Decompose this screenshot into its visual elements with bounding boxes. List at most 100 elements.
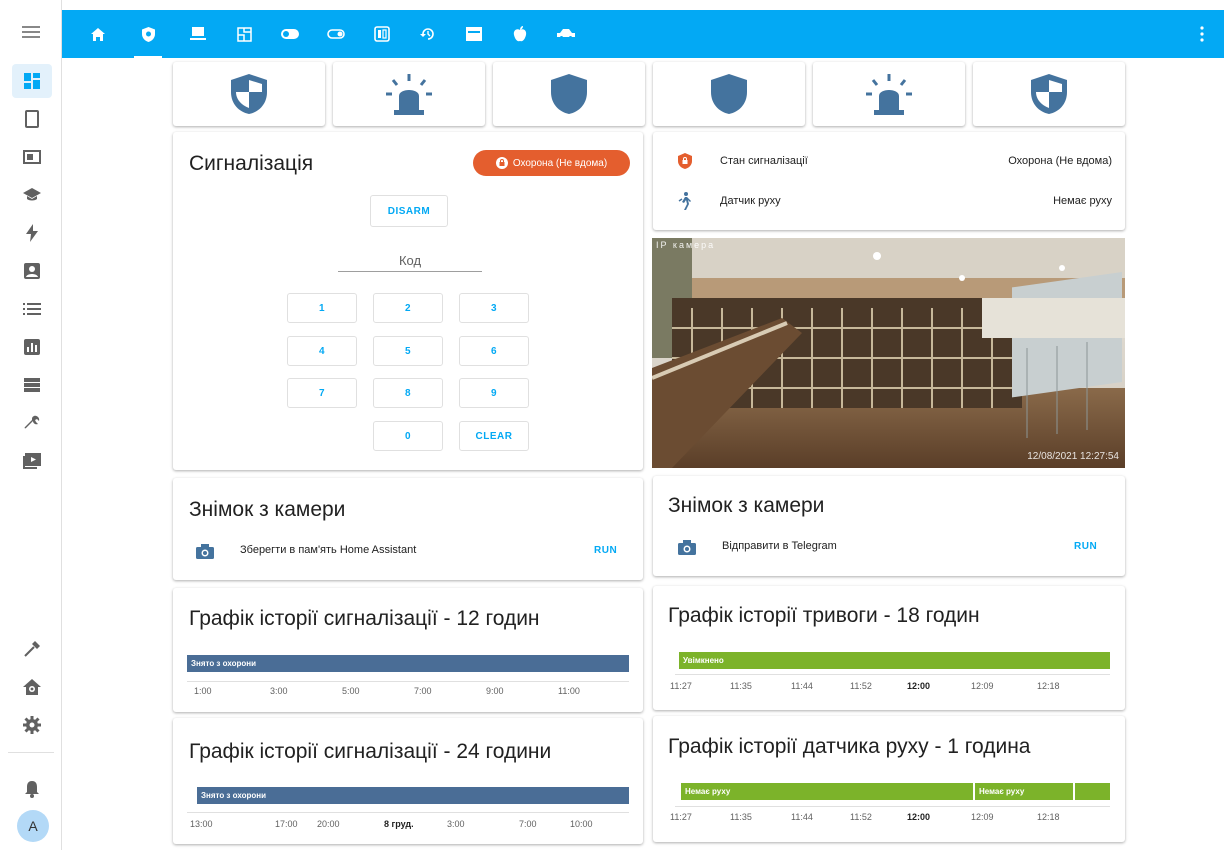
camera-icon [678,538,696,556]
keypad-key-3[interactable]: 3 [459,293,529,323]
keypad-key-2[interactable]: 2 [373,293,443,323]
timeline-axis [675,806,1110,807]
keypad-key-5[interactable]: 5 [373,336,443,366]
tab-toggle-icon[interactable] [272,10,308,58]
snapshot-left-title: Знімок з камери [189,498,346,521]
notifications-icon[interactable] [12,772,52,806]
hammer-icon[interactable] [12,632,52,666]
list-icon[interactable] [12,292,52,326]
account-box-icon[interactable] [12,254,52,288]
timeline-tick: 12:09 [971,812,994,822]
timeline-tick: 10:00 [570,819,593,829]
timeline-tick: 12:09 [971,681,994,691]
timeline-tick: 3:00 [447,819,465,829]
timeline-tick: 3:00 [270,686,288,696]
timeline-tick: 12:00 [907,812,931,822]
settings-icon[interactable] [12,708,52,742]
tab-monitor-icon[interactable] [180,10,216,58]
snapshot-card-right [653,476,1125,576]
code-input-underline [338,271,482,272]
walk-icon [676,192,694,210]
tab-toggle-outline-icon[interactable] [318,10,354,58]
wrench-icon[interactable] [12,406,52,440]
storage-icon[interactable] [12,368,52,402]
entities-card [653,132,1125,230]
tab-apple-icon[interactable] [502,10,538,58]
tab-home-icon[interactable] [80,10,116,58]
timeline-bar-segment[interactable] [1075,783,1110,800]
snapshot-right-title: Знімок з камери [668,494,825,517]
shield-button[interactable] [493,62,645,126]
dots-vertical-icon[interactable] [1190,10,1214,58]
timeline-tick: 12:18 [1037,681,1060,691]
keypad-key-8[interactable]: 8 [373,378,443,408]
camera-timestamp: 12/08/2021 12:27:54 [1027,451,1119,462]
tab-shield-icon[interactable] [130,10,166,58]
entity-name-alarm-state[interactable]: Стан сигналізації [720,155,808,167]
snapshot-right-run-button[interactable]: RUN [1074,541,1097,552]
code-input-label[interactable]: Код [338,253,482,268]
tab-floor-plan-icon[interactable] [226,10,262,58]
tab-car-icon[interactable] [548,10,584,58]
snapshot-left-action: Зберегти в пам'ять Home Assistant [240,544,417,556]
keypad-key-1[interactable]: 1 [287,293,357,323]
snapshot-card-left [173,478,643,580]
timeline-tick: 11:35 [730,812,752,822]
keypad-clear-button[interactable]: CLEAR [459,421,529,451]
timeline-tick: 11:52 [850,681,872,691]
sidebar: A [0,0,62,850]
timeline-axis [187,681,629,682]
flash-icon[interactable] [12,216,52,250]
shield-half-button[interactable] [173,62,325,126]
sidebar-divider [8,752,54,753]
chart-icon[interactable] [12,330,52,364]
camera-feed-image[interactable]: IP камера 12/08/2021 12:27:54 [652,238,1125,468]
avatar[interactable]: A [17,810,49,842]
keypad-key-7[interactable]: 7 [287,378,357,408]
tab-history-icon[interactable] [410,10,446,58]
keypad-key-0[interactable]: 0 [373,421,443,451]
tab-switch-icon[interactable] [364,10,400,58]
entity-name-motion-sensor[interactable]: Датчик руху [720,195,781,207]
siren-icon [386,74,432,115]
shield-icon [711,74,747,114]
timeline-tick: 11:35 [730,681,752,691]
timeline-tick: 11:52 [850,812,872,822]
shield-half-button-2[interactable] [973,62,1125,126]
history-alarm-12h-title: Графік історії сигналізації - 12 годин [189,607,540,630]
siren-button-2[interactable] [813,62,965,126]
timeline-tick: 1:00 [194,686,212,696]
keypad-key-9[interactable]: 9 [459,378,529,408]
dashboard-icon[interactable] [12,64,52,98]
siren-icon [866,74,912,115]
keypad-key-6[interactable]: 6 [459,336,529,366]
shield-half-icon [231,74,267,114]
shield-lock-icon [676,152,694,170]
tab-window-icon[interactable] [456,10,492,58]
timeline-tick: 9:00 [486,686,504,696]
timeline-axis [675,674,1110,675]
tablet-icon[interactable] [12,102,52,136]
home-gear-icon[interactable] [12,670,52,704]
snapshot-left-run-button[interactable]: RUN [594,545,617,556]
timeline-bar[interactable]: Знято з охорони [187,655,629,672]
timeline-tick: 11:27 [670,812,692,822]
shield-icon [551,74,587,114]
top-app-bar [62,10,1224,58]
shield-button-2[interactable] [653,62,805,126]
timeline-bar[interactable]: Знято з охорони [197,787,629,804]
timeline-bar[interactable]: Немає руху [975,783,1073,800]
hamburger-icon[interactable] [0,14,62,50]
camera-icon [196,542,214,560]
timeline-bar[interactable]: Увімкнено [679,652,1110,669]
history-motion-title: Графік історії датчика руху - 1 година [668,735,1031,758]
timeline-bar[interactable]: Немає руху [681,783,973,800]
snapshot-right-action: Відправити в Telegram [722,540,837,552]
disarm-button[interactable]: DISARM [370,195,448,227]
media-icon[interactable] [12,444,52,478]
siren-button[interactable] [333,62,485,126]
school-icon[interactable] [12,178,52,212]
shield-lock-icon [495,157,508,169]
server-card-icon[interactable] [12,140,52,174]
keypad-key-4[interactable]: 4 [287,336,357,366]
